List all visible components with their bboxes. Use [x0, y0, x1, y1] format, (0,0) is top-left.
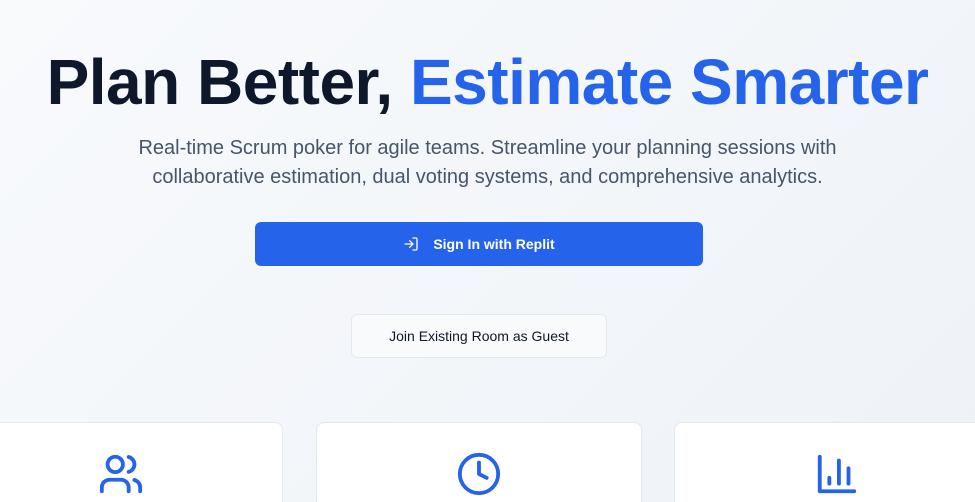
- hero-title: Plan Better, Estimate Smarter: [0, 44, 975, 120]
- feature-card-analytics: [674, 422, 975, 502]
- log-in-icon: [403, 236, 419, 252]
- bar-chart-icon: [814, 451, 860, 497]
- hero-title-accent: Estimate Smarter: [409, 46, 929, 118]
- feature-card-collaboration: [0, 422, 283, 502]
- feature-card-real-time: [316, 422, 642, 502]
- sign-in-button[interactable]: Sign In with Replit: [255, 222, 703, 266]
- hero-subtitle: Real-time Scrum poker for agile teams. S…: [138, 137, 837, 188]
- join-as-guest-button[interactable]: Join Existing Room as Guest: [351, 314, 607, 358]
- sign-in-label: Sign In with Replit: [433, 236, 555, 252]
- hero-title-plain: Plan Better,: [46, 46, 394, 118]
- clock-icon: [456, 451, 502, 497]
- users-icon: [98, 451, 144, 497]
